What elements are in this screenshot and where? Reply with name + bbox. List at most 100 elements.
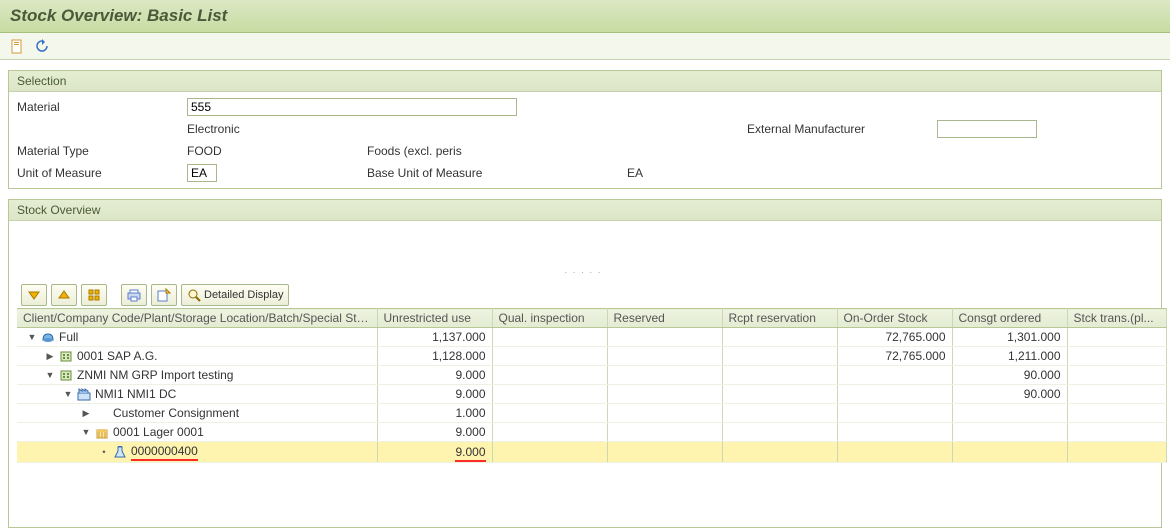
collapse-all-icon <box>87 288 101 302</box>
tree-cell-value <box>722 423 837 442</box>
expand-selected-button[interactable] <box>21 284 47 306</box>
detailed-display-label: Detailed Display <box>204 289 283 301</box>
table-row[interactable]: ▼NMI1 NMI1 DC9.00090.000 <box>17 385 1166 404</box>
tree-toggle-icon[interactable]: ▼ <box>45 370 55 380</box>
stock-overview-panel: Stock Overview ····· <box>8 199 1162 528</box>
batch-icon <box>113 445 127 459</box>
table-row[interactable]: ▼ 0001 Lager 0001 9.000 <box>17 423 1166 442</box>
tree-cell-value: 72,765.000 <box>837 328 952 347</box>
tree-cell-value <box>492 442 607 463</box>
tree-cell-value: 1,137.000 <box>377 328 492 347</box>
selection-body: Material Electronic External Manufacture… <box>9 92 1161 188</box>
tree-cell-value <box>722 385 837 404</box>
material-input[interactable] <box>187 98 517 116</box>
tree-cell-value <box>492 423 607 442</box>
plant-icon <box>77 387 91 401</box>
ext-manuf-input[interactable] <box>937 120 1037 138</box>
export-icon <box>157 288 171 302</box>
col-onorder[interactable]: On-Order Stock <box>837 309 952 328</box>
tree-label: Customer Consignment <box>113 406 239 420</box>
col-rcpt[interactable]: Rcpt reservation <box>722 309 837 328</box>
col-qual[interactable]: Qual. inspection <box>492 309 607 328</box>
tree-label: 0001 SAP A.G. <box>77 349 158 363</box>
tree-toggle-icon[interactable]: ▼ <box>81 427 91 437</box>
material-type-value: FOOD <box>187 144 367 158</box>
tree-toggle-icon[interactable]: ▼ <box>27 332 37 342</box>
table-row[interactable]: ▼Full1,137.00072,765.0001,301.000 <box>17 328 1166 347</box>
tree-cell-value: 9.000 <box>377 423 492 442</box>
col-consgt[interactable]: Consgt ordered <box>952 309 1067 328</box>
tree-cell-value <box>722 347 837 366</box>
tree-cell-value: 1,128.000 <box>377 347 492 366</box>
tree-cell-value <box>1067 328 1166 347</box>
resize-grip-icon[interactable]: ····· <box>17 265 1153 280</box>
col-client[interactable]: Client/Company Code/Plant/Storage Locati… <box>17 309 377 328</box>
full-icon <box>41 330 55 344</box>
tree-toggle-icon[interactable]: ▶ <box>45 351 55 361</box>
storage-icon <box>95 425 109 439</box>
collapse-selected-button[interactable] <box>51 284 77 306</box>
tree-cell-value <box>492 404 607 423</box>
tree-cell-value <box>722 328 837 347</box>
tree-cell-value: 9.000 <box>377 385 492 404</box>
tree-cell-value <box>607 385 722 404</box>
tree-cell-value <box>837 423 952 442</box>
stock-tree-table: Client/Company Code/Plant/Storage Locati… <box>17 308 1167 463</box>
tree-cell-value: 72,765.000 <box>837 347 952 366</box>
collapse-all-button[interactable] <box>81 284 107 306</box>
tree-cell-value <box>837 385 952 404</box>
tree-cell-value <box>607 328 722 347</box>
tree-cell-value <box>1067 366 1166 385</box>
app-toolbar <box>0 33 1170 60</box>
tree-cell-value <box>1067 385 1166 404</box>
company-icon <box>59 349 73 363</box>
col-stcktrans[interactable]: Stck trans.(pl... <box>1067 309 1166 328</box>
ext-manuf-label: External Manufacturer <box>747 122 937 136</box>
tree-cell-value: 1.000 <box>377 404 492 423</box>
table-row[interactable]: • 0000000400 9.000 <box>17 442 1166 463</box>
tree-cell-value <box>607 442 722 463</box>
collapse-up-icon <box>57 288 71 302</box>
print-button[interactable] <box>121 284 147 306</box>
export-button[interactable] <box>151 284 177 306</box>
material-label: Material <box>17 100 187 114</box>
material-type-label: Material Type <box>17 144 187 158</box>
company-icon <box>59 368 73 382</box>
tree-cell-value <box>1067 404 1166 423</box>
selection-header: Selection <box>9 71 1161 92</box>
uom-input[interactable] <box>187 164 217 182</box>
tree-label: 0001 Lager 0001 <box>113 425 204 439</box>
tree-header-row: Client/Company Code/Plant/Storage Locati… <box>17 309 1166 328</box>
tree-cell-value <box>607 366 722 385</box>
tree-cell-value <box>607 423 722 442</box>
col-reserved[interactable]: Reserved <box>607 309 722 328</box>
tree-cell-value <box>1067 347 1166 366</box>
detailed-display-button[interactable]: Detailed Display <box>181 284 289 306</box>
tree-toggle-icon[interactable]: ▼ <box>63 389 73 399</box>
refresh-icon[interactable] <box>32 37 52 55</box>
tree-label: 0000000400 <box>131 444 198 461</box>
titlebar: Stock Overview: Basic List <box>0 0 1170 33</box>
tree-cell-value <box>837 366 952 385</box>
uom-label: Unit of Measure <box>17 166 187 180</box>
tree-cell-value <box>1067 423 1166 442</box>
tree-cell-value <box>722 442 837 463</box>
tree-toggle-icon[interactable]: • <box>99 447 109 457</box>
document-icon[interactable] <box>8 37 28 55</box>
tree-cell-value <box>492 366 607 385</box>
stock-overview-body: ····· <box>9 221 1161 527</box>
tree-cell-value <box>722 404 837 423</box>
table-row[interactable]: ▶0001 SAP A.G.1,128.00072,765.0001,211.0… <box>17 347 1166 366</box>
tree-label: Full <box>59 330 78 344</box>
material-type-desc: Foods (excl. peris <box>367 144 627 158</box>
uom-desc: Base Unit of Measure <box>367 166 627 180</box>
table-row[interactable]: ▶ Customer Consignment 1.000 <box>17 404 1166 423</box>
stock-overview-header: Stock Overview <box>9 200 1161 221</box>
tree-toggle-icon[interactable]: ▶ <box>81 408 91 418</box>
table-row[interactable]: ▼ZNMI NM GRP Import testing9.00090.000 <box>17 366 1166 385</box>
tree-cell-value: 9.000 <box>377 442 492 463</box>
tree-toolbar: Detailed Display <box>17 280 1153 308</box>
tree-cell-value <box>492 385 607 404</box>
tree-cell-value: 90.000 <box>952 385 1067 404</box>
col-unrestricted[interactable]: Unrestricted use <box>377 309 492 328</box>
